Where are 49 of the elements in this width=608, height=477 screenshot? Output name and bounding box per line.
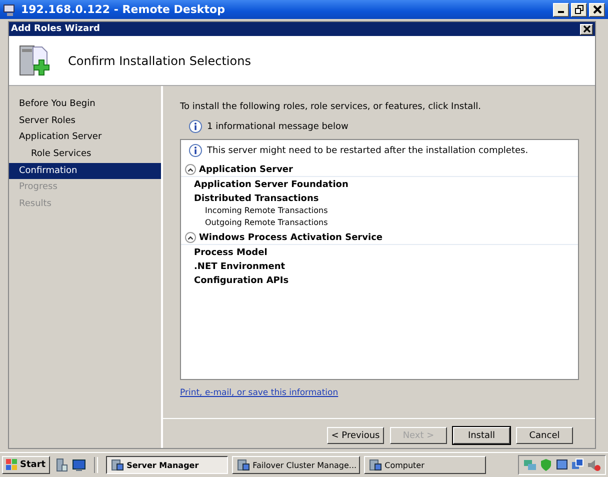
start-button[interactable]: Start — [2, 456, 50, 474]
speaker-muted-icon[interactable] — [587, 458, 601, 472]
nav-item[interactable]: Before You Begin — [9, 96, 161, 113]
sub-feature-name: Incoming Remote Transactions — [204, 205, 329, 216]
restore-icon — [574, 5, 584, 14]
window-icon — [368, 458, 382, 472]
collapse-icon[interactable] — [185, 232, 196, 243]
window-icon — [236, 458, 250, 472]
close-icon — [582, 25, 590, 33]
restore-button[interactable] — [571, 2, 587, 16]
info-icon — [189, 144, 202, 157]
wizard-button[interactable]: Cancel — [516, 427, 573, 444]
window-title: 192.168.0.122 - Remote Desktop — [21, 3, 226, 16]
wizard-button[interactable]: < Previous — [327, 427, 384, 444]
wizard-button[interactable]: Install — [453, 427, 510, 444]
nav-item[interactable]: Role Services — [9, 146, 161, 163]
close-icon — [592, 5, 602, 14]
nav-item[interactable]: Server Roles — [9, 112, 161, 130]
windows-logo-icon — [6, 459, 18, 471]
info-summary: 1 informational message below — [207, 122, 348, 132]
feature-name: Configuration APIs — [193, 275, 290, 287]
collapse-icon[interactable] — [185, 164, 196, 175]
section-title: Windows Process Activation Service — [199, 232, 383, 242]
feature-name: Distributed Transactions — [193, 193, 320, 205]
section-title: Application Server — [199, 164, 293, 174]
close-button[interactable] — [580, 24, 593, 34]
info-icon — [189, 120, 202, 133]
page-heading: Confirm Installation Selections — [68, 54, 251, 68]
nav-item[interactable]: Confirmation — [9, 162, 161, 180]
instruction-text: To install the following roles, role services, or features, click Install. — [180, 102, 482, 114]
monitor-icon[interactable] — [72, 458, 86, 472]
feature-name: Application Server Foundation — [193, 179, 350, 191]
feature-name: Process Model — [193, 247, 268, 259]
wizard-title: Add Roles Wizard — [11, 24, 101, 34]
computer-icon — [3, 2, 17, 16]
sub-feature-name: Outgoing Remote Transactions — [204, 216, 329, 228]
info-message: This server might need to be restarted after the installation completes. — [207, 146, 528, 156]
taskbar-button[interactable]: Server Manager — [106, 456, 228, 474]
window-icon — [110, 458, 124, 472]
close-button[interactable] — [589, 2, 605, 16]
display-icon[interactable] — [555, 458, 569, 472]
server-icon[interactable] — [54, 458, 68, 472]
nav-item[interactable]: Application Server — [9, 129, 161, 146]
print-link[interactable]: Print, e-mail, or save this information — [180, 388, 338, 398]
windows-icon[interactable] — [571, 458, 585, 472]
taskbar-button[interactable]: Computer — [364, 456, 486, 474]
taskbar-button[interactable]: Failover Cluster Manage... — [232, 456, 360, 474]
feature-name: .NET Environment — [193, 261, 286, 273]
minimize-button[interactable] — [553, 2, 569, 16]
